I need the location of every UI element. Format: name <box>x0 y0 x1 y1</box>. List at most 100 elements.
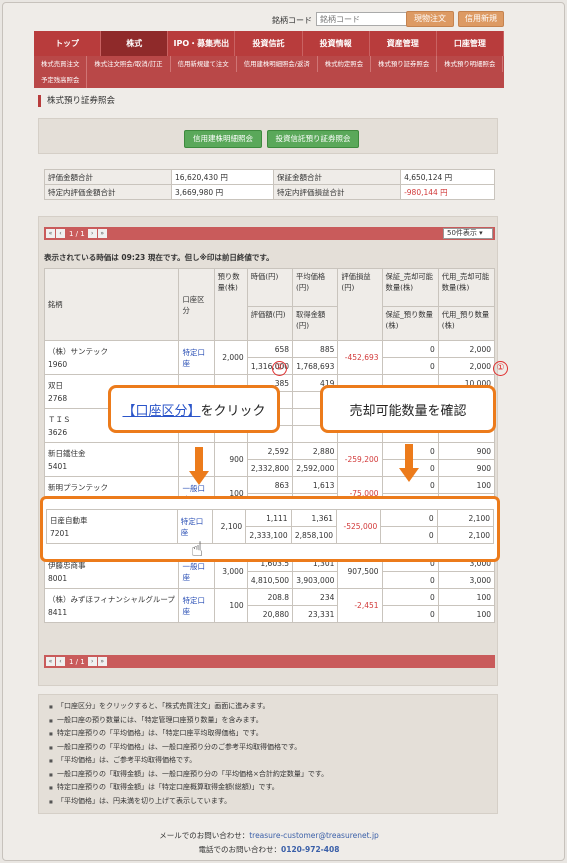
callout-check-sellable: 売却可能数量を確認 <box>320 385 496 433</box>
acq-cell: 23,331 <box>292 605 339 623</box>
last-page-icon[interactable]: » <box>97 229 107 238</box>
hl-stock-name: 日産自動車 <box>50 515 88 525</box>
first-page-icon[interactable]: « <box>46 657 55 666</box>
summary-value: 16,620,430 円 <box>171 169 275 185</box>
summary-label: 評価金額合計 <box>43 169 173 185</box>
badge-two: ② <box>272 361 287 376</box>
hl-hosho: 0 <box>380 509 438 527</box>
hl-avg: 1,361 <box>290 509 338 527</box>
pl-cell: -259,200 <box>337 442 383 477</box>
nav-fund[interactable]: 投資信託 <box>235 31 303 56</box>
page-indicator: 1 / 1 <box>69 229 85 238</box>
mail-link[interactable]: treasure-customer@treasurenet.jp <box>249 831 379 840</box>
footer: メールでのお問い合わせ：treasure-customer@treasurene… <box>34 829 504 857</box>
table-row: （株）みずほフィナンシャルグループ 8411 特定口座 100 208.8 234 -2,4… <box>43 588 496 623</box>
subnav-item[interactable]: 株式注文照会/取消/訂正 <box>87 56 171 72</box>
price-cell: 208.8 <box>246 588 294 606</box>
margin-new-button[interactable]: 信用新規 <box>458 11 504 27</box>
col-account: 口座区分 <box>178 268 215 341</box>
hl-pl: -525,000 <box>336 509 382 544</box>
acq-cell: 1,768,693 <box>292 357 339 375</box>
subnav-item[interactable]: 株式預り明細照会 <box>437 56 504 72</box>
last-page-icon[interactable]: » <box>97 657 107 666</box>
arrow-down-icon <box>399 444 419 482</box>
col-pl: 評価損益(円) <box>337 268 383 341</box>
note-item: 一般口座預りの「取得金額」は、一般口座預り分の「平均価格×合計約定数量」です。 <box>49 768 487 782</box>
badge-one: ① <box>493 361 508 376</box>
daiyo-cell: 100 <box>437 476 496 494</box>
subnav-item[interactable]: 株式売買注文 <box>34 56 88 72</box>
hl-eval: 2,333,100 <box>245 526 292 544</box>
note-item: 「口座区分」をクリックすると、「株式売買注文」画面に進みます。 <box>49 700 487 714</box>
next-page-icon[interactable]: › <box>87 229 97 238</box>
holdings-table: 銘柄 口座区分 預り数量(株) 時価(円) 平均価格(円) 評価損益(円) 保証… <box>43 268 496 623</box>
hosho2-cell: 0 <box>381 357 439 375</box>
nav-ipo[interactable]: IPO・募集売出 <box>168 31 236 56</box>
first-page-icon[interactable]: « <box>46 229 55 238</box>
subnav-item[interactable]: 予定残高照会 <box>34 72 88 88</box>
pl-cell: -2,451 <box>337 588 383 623</box>
stock-name-cell: （株）サンテック 1960 <box>43 340 180 375</box>
summary-table: 評価金額合計 16,620,430 円 保証金額合計 4,650,124 円 特… <box>43 169 495 200</box>
hand-cursor-icon: ☝ <box>191 537 204 561</box>
subnav-item[interactable]: 株式預り証券照会 <box>371 56 438 72</box>
callout-text: をクリック <box>200 403 266 419</box>
hl-name-cell: 日産自動車 7201 <box>46 509 178 544</box>
stock-name: 新日鐵住金 <box>48 448 86 458</box>
fund-detail-button[interactable]: 投資信託預り証券照会 <box>267 130 359 148</box>
nav-top[interactable]: トップ <box>34 31 102 56</box>
avg-cell: 2,880 <box>292 442 339 460</box>
account-type-link[interactable]: 特定口座 <box>178 588 215 623</box>
col-hosho: 保証_売却可能数量(株) <box>381 268 439 307</box>
account-type-link[interactable]: 特定口座 <box>178 340 215 375</box>
next-page-icon[interactable]: › <box>87 657 97 666</box>
subnav-item[interactable]: 信用建株明細照会/返済 <box>237 56 318 72</box>
per-page-select[interactable]: 50件表示 ▾ <box>443 228 493 239</box>
daiyo-cell: 900 <box>437 442 496 460</box>
notes-box: 「口座区分」をクリックすると、「株式売買注文」画面に進みます。 一般口座の預り数… <box>38 694 498 814</box>
stock-code: 5401 <box>48 461 68 471</box>
prev-page-icon[interactable]: ‹ <box>56 229 65 238</box>
main-nav: トップ 株式 IPO・募集売出 投資信託 投資情報 資産管理 口座管理 <box>34 31 504 56</box>
nav-asset[interactable]: 資産管理 <box>370 31 437 56</box>
daiyo-cell: 100 <box>437 588 496 606</box>
nav-info[interactable]: 投資情報 <box>303 31 370 56</box>
stock-code: 8411 <box>48 607 68 617</box>
daiyo2-cell: 100 <box>437 605 496 623</box>
time-note: 表示されている時価は 09:23 現在です。但し※印は前日終値です。 <box>44 253 274 262</box>
col-acq: 取得金額(円) <box>292 306 339 341</box>
nav-account[interactable]: 口座管理 <box>437 31 504 56</box>
note-item: 特定口座預りの「平均価格」は、「特定口座平均取得価格」です。 <box>49 727 487 741</box>
highlight-row-box: 日産自動車 7201 特定口座 2,100 1,111 1,361 -525,0… <box>40 496 500 562</box>
price-cell: 658 <box>246 340 294 358</box>
avg-cell: 1,613 <box>292 476 339 494</box>
hl-qty: 2,100 <box>211 509 247 544</box>
search-label: 銘柄コード <box>272 16 312 25</box>
qty-cell: 2,000 <box>213 340 248 375</box>
subnav-item[interactable]: 信用新規建て注文 <box>171 56 237 72</box>
qty-cell: 100 <box>213 588 248 623</box>
callout-link-text: 【口座区分】 <box>122 403 201 419</box>
table-row: 新明プランテック6379一般口座1008631,613-75,0000100 <box>43 476 496 511</box>
spot-order-button[interactable]: 現物注文 <box>406 11 454 27</box>
table-row: 新日鐵住金 5401 900 2,592 2,880 -259,200 0 900 <box>43 442 496 477</box>
col-price: 時価(円) <box>246 268 294 307</box>
col-hosho2: 保証_預り数量(株) <box>381 306 439 341</box>
eval-cell: 20,880 <box>246 605 294 623</box>
price-cell: 863 <box>246 476 294 494</box>
arrow-down-icon <box>189 447 209 485</box>
margin-detail-button[interactable]: 信用建株明細照会 <box>184 130 262 148</box>
avg-cell: 885 <box>292 340 339 358</box>
note-item: 特定口座預りの「取得金額」は「特定口座概算取得金額(総額)」です。 <box>49 781 487 795</box>
daiyo2-cell: 900 <box>437 459 496 477</box>
subnav-item[interactable]: 株式約定照会 <box>318 56 372 72</box>
prev-page-icon[interactable]: ‹ <box>56 657 65 666</box>
pl-cell: -452,693 <box>337 340 383 375</box>
hosho2-cell: 0 <box>381 571 439 589</box>
nav-stock[interactable]: 株式 <box>101 31 169 56</box>
stock-code: 8001 <box>48 573 68 583</box>
stock-name-cell: 新日鐵住金 5401 <box>43 442 180 477</box>
daiyo-cell: 2,000 <box>437 340 496 358</box>
col-name: 銘柄 <box>43 268 180 341</box>
price-cell: 2,592 <box>246 442 294 460</box>
